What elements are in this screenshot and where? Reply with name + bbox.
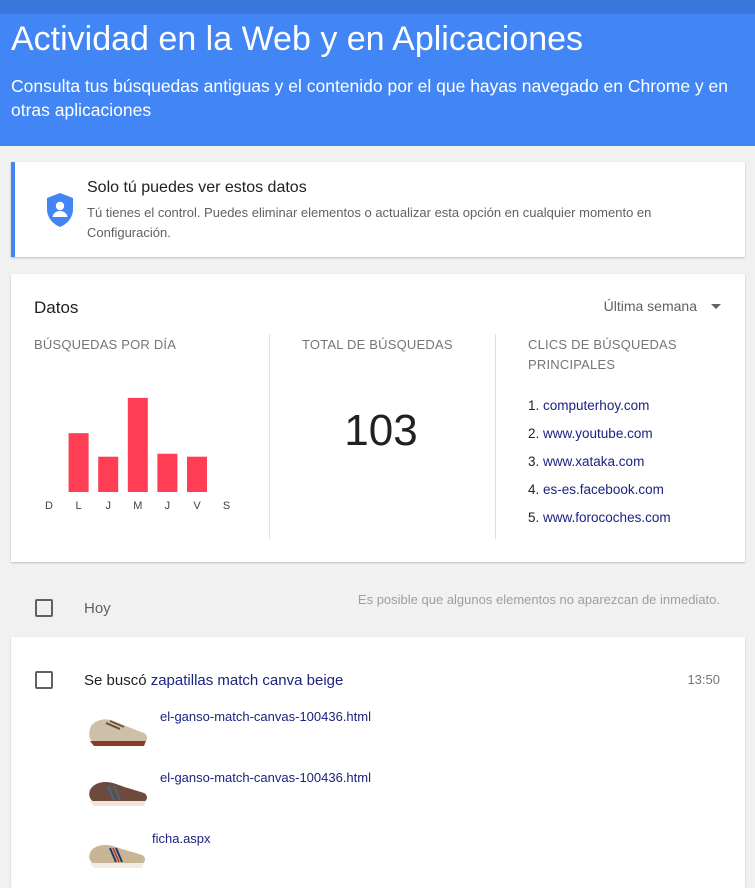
bar-5 [187, 456, 207, 492]
privacy-card: Solo tú puedes ver estos datos Tú tienes… [11, 162, 745, 257]
x-tick-label: V [193, 500, 201, 512]
search-prefix: Se buscó [84, 672, 147, 689]
x-tick-label: M [133, 500, 142, 512]
top-site-link[interactable]: www.xataka.com [543, 454, 644, 469]
page-title: Actividad en la Web y en Aplicaciones [11, 20, 584, 58]
shoe-thumbnail-icon [89, 719, 147, 746]
top-site-link[interactable]: www.forocoches.com [543, 510, 671, 525]
bar-4 [157, 453, 178, 492]
x-tick-label: J [105, 500, 111, 512]
day-header-row: Hoy Es posible que algunos elementos no … [0, 580, 755, 636]
shoe-thumbnail-icon [89, 782, 147, 806]
top-site-item: 3. www.xataka.com [528, 454, 645, 469]
result-item[interactable]: ficha.aspx [84, 831, 404, 883]
page-header: Actividad en la Web y en Aplicaciones Co… [0, 0, 755, 146]
top-site-link[interactable]: www.youtube.com [543, 426, 653, 441]
privacy-text: Tú tienes el control. Puedes eliminar el… [87, 205, 652, 240]
header-top-strip [0, 0, 755, 14]
stats-card: Datos Última semana BÚSQUEDAS POR DÍA TO… [11, 274, 745, 562]
top-site-item: 4. es-es.facebook.com [528, 482, 664, 497]
top-site-item: 5. www.forocoches.com [528, 510, 671, 525]
delay-note: Es posible que algunos elementos no apar… [357, 592, 720, 607]
result-link[interactable]: ficha.aspx [152, 831, 211, 846]
top-site-link[interactable]: computerhoy.com [543, 398, 649, 413]
chevron-down-icon[interactable] [711, 304, 721, 309]
bar-2 [98, 456, 119, 492]
top-site-link[interactable]: es-es.facebook.com [543, 482, 664, 497]
select-entry-checkbox[interactable] [35, 671, 53, 689]
x-tick-label: J [165, 500, 171, 512]
privacy-title: Solo tú puedes ver estos datos [87, 179, 307, 196]
top-clicks-label: CLICS DE BÚSQUEDAS PRINCIPALES [528, 335, 677, 375]
total-searches-label: TOTAL DE BÚSQUEDAS [302, 337, 453, 352]
bar-3 [127, 397, 148, 492]
searches-per-day-chart: DLJMJVS [45, 397, 230, 512]
result-item[interactable]: el-ganso-match-canvas-100436.html [84, 709, 404, 761]
entry-time: 13:50 [687, 672, 720, 687]
top-clicks-label-line2: PRINCIPALES [528, 357, 616, 372]
range-dropdown[interactable]: Última semana [604, 298, 697, 314]
select-day-checkbox[interactable] [35, 599, 53, 617]
stats-title: Datos [34, 298, 79, 317]
x-tick-label: D [45, 500, 53, 512]
day-label: Hoy [84, 600, 111, 617]
shoe-thumbnail-icon [89, 845, 145, 868]
page-subtitle: Consulta tus búsquedas antiguas y el con… [11, 76, 729, 120]
shield-user-icon [47, 193, 73, 227]
search-query-link[interactable]: zapatillas match canva beige [151, 672, 344, 689]
result-link[interactable]: el-ganso-match-canvas-100436.html [160, 709, 371, 724]
top-sites-list: 1. computerhoy.com 2. www.youtube.com 3.… [528, 392, 671, 532]
column-divider [269, 334, 270, 539]
top-clicks-label-line1: CLICS DE BÚSQUEDAS [528, 337, 677, 352]
search-line: Se buscó zapatillas match canva beige [84, 672, 343, 689]
column-divider [495, 334, 496, 539]
bar-1 [68, 433, 89, 492]
total-searches-value: 103 [344, 406, 418, 455]
x-tick-label: S [223, 500, 230, 512]
result-item[interactable]: el-ganso-match-canvas-100436.html [84, 770, 404, 822]
top-site-item: 1. computerhoy.com [528, 398, 650, 413]
activity-entry: Se buscó zapatillas match canva beige 13… [11, 637, 745, 888]
top-site-item: 2. www.youtube.com [528, 426, 653, 441]
result-link[interactable]: el-ganso-match-canvas-100436.html [160, 770, 371, 785]
x-tick-label: L [76, 500, 82, 512]
searches-per-day-label: BÚSQUEDAS POR DÍA [34, 337, 177, 352]
